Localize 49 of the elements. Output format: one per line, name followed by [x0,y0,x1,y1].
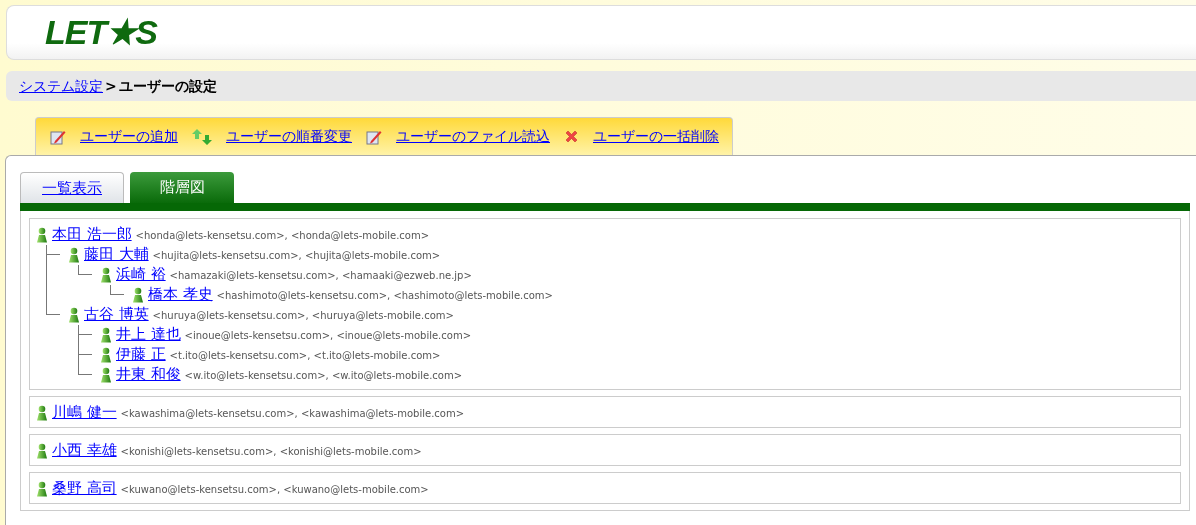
email-addresses: <huruya@lets-kensetsu.com>, <huruya@lets-mobile.com> [152,308,454,323]
user-name-link[interactable]: 井上 達也 [116,324,181,346]
user-name-link[interactable]: 藤田 大輔 [84,244,149,266]
person-icon [36,227,48,243]
email-addresses: <konishi@lets-kensetsu.com>, <konishi@lets-mobile.com> [120,444,422,459]
action-link[interactable]: ユーザーの追加 [80,126,178,147]
person-icon [100,267,112,283]
email-addresses: <t.ito@lets-kensetsu.com>, <t.ito@lets-mobile.com> [169,348,441,363]
action-link[interactable]: ユーザーの一括削除 [593,126,719,147]
email-addresses: <honda@lets-kensetsu.com>, <honda@lets-mobile.com> [135,228,430,243]
tree-line [110,285,124,295]
email-addresses: <hamazaki@lets-kensetsu.com>, <hamaaki@ezweb.ne.jp> [169,268,472,283]
person-icon [68,247,80,263]
person-icon [36,443,48,459]
user-name-link[interactable]: 伊藤 正 [116,344,166,366]
email-addresses: <hujita@lets-kensetsu.com>, <hujita@lets-mobile.com> [152,248,441,263]
action-link[interactable]: ユーザーのファイル読込 [396,126,550,147]
email-addresses: <hashimoto@lets-kensetsu.com>, <hashimoto@lets-mobile.com> [216,288,553,303]
pencil-note-icon [366,128,382,145]
user-name-link[interactable]: 桑野 高司 [52,478,117,500]
tab[interactable]: 一覧表示 [20,172,124,203]
person-icon [100,347,112,363]
person-icon [100,367,112,383]
user-name-link[interactable]: 井東 和俊 [116,364,181,386]
tab[interactable]: 階層図 [130,172,234,203]
user-name-link[interactable]: 小西 幸雄 [52,440,117,462]
pencil-note-icon [50,128,66,145]
user-name-link[interactable]: 浜崎 裕 [116,264,166,286]
email-addresses: <kawashima@lets-kensetsu.com>, <kawashima@lets-mobile.com> [120,406,465,421]
user-name-link[interactable]: 古谷 博英 [84,304,149,326]
user-name-link[interactable]: 川嶋 健一 [52,402,117,424]
breadcrumb-current: ユーザーの設定 [118,76,217,96]
up-down-arrows-icon [192,127,212,146]
email-addresses: <inoue@lets-kensetsu.com>, <inoue@lets-mobile.com> [184,328,471,343]
person-icon [132,287,144,303]
person-icon [68,307,80,323]
delete-x-icon [564,129,579,144]
email-addresses: <kuwano@lets-kensetsu.com>, <kuwano@lets-mobile.com> [120,482,429,497]
breadcrumb-link[interactable]: システム設定 [19,75,103,97]
person-icon [36,405,48,421]
email-addresses: <w.ito@lets-kensetsu.com>, <w.ito@lets-mobile.com> [184,368,463,383]
logo: LET★S [45,12,157,53]
tree-line [78,265,92,275]
person-icon [36,481,48,497]
breadcrumb-separator: > [105,76,117,96]
user-name-link[interactable]: 本田 浩一郎 [52,224,132,246]
action-link[interactable]: ユーザーの順番変更 [226,126,352,147]
person-icon [100,327,112,343]
user-name-link[interactable]: 橋本 孝史 [148,284,213,306]
